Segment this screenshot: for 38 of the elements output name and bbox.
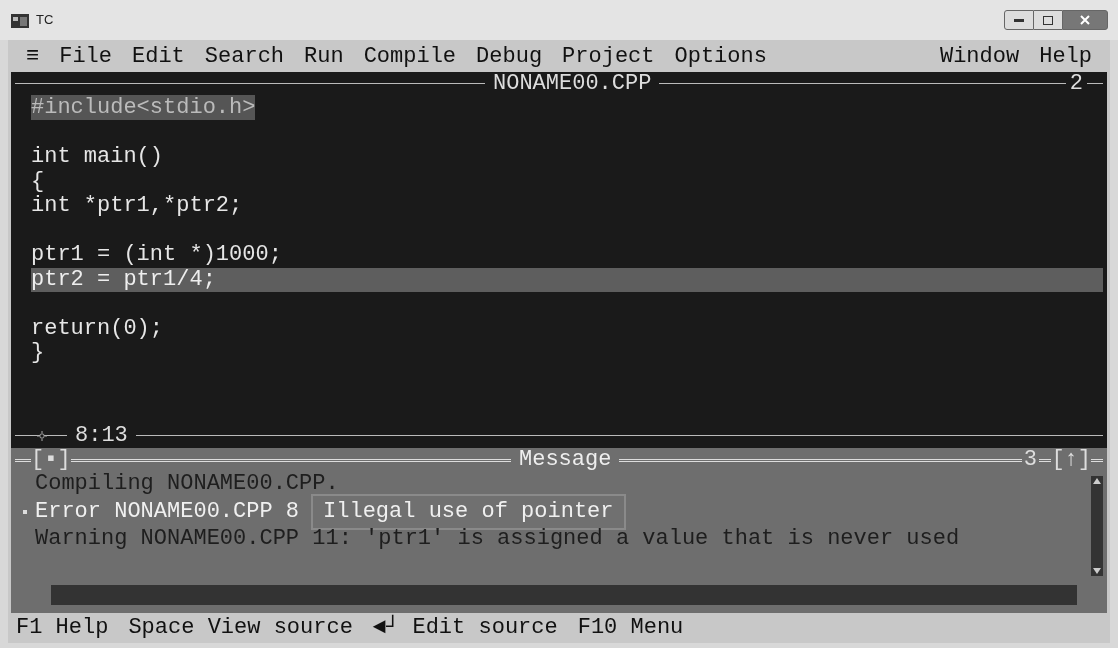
code-line: int main(): [31, 144, 164, 169]
menu-item[interactable]: Project: [552, 42, 665, 72]
minimize-icon: [1014, 18, 1024, 22]
menu-item[interactable]: Options: [664, 42, 777, 72]
down-arrow-icon: [1093, 568, 1101, 574]
code-line: {: [31, 168, 45, 194]
vertical-scrollbar[interactable]: [1091, 476, 1103, 576]
menu-item[interactable]: Window: [929, 42, 1030, 72]
up-arrow-icon: [1093, 478, 1101, 484]
code-line: }: [31, 340, 45, 365]
maximize-icon: [1043, 15, 1053, 25]
app-icon: [10, 11, 30, 29]
shortcut-hint: Space View source: [128, 616, 353, 640]
menu-item[interactable]: Run: [294, 42, 354, 72]
menu-item[interactable]: Search: [194, 42, 295, 72]
menu-item[interactable]: Debug: [466, 42, 553, 72]
shortcut-hint: F1 Help: [16, 616, 109, 640]
shortcut-hint: F10 Menu: [577, 616, 684, 640]
menu-item[interactable]: Edit: [122, 42, 195, 72]
maximize-button[interactable]: [1034, 10, 1062, 30]
zoom-box[interactable]: [↑]: [1051, 448, 1091, 472]
message-line[interactable]: Error NONAME00.CPP 8: [35, 499, 300, 524]
horizontal-scrollbar[interactable]: [51, 585, 1077, 605]
shortcut-hint: ◄┘ Edit source: [372, 616, 558, 640]
message-title: Message: [511, 448, 620, 472]
sun-icon: [37, 431, 47, 441]
code-line: int *ptr1,*ptr2;: [31, 193, 243, 218]
minimize-button[interactable]: [1004, 10, 1034, 30]
close-button[interactable]: [1062, 10, 1108, 30]
menu-item[interactable]: Compile: [353, 42, 467, 72]
menu-item[interactable]: Help: [1029, 42, 1102, 72]
menu-item[interactable]: File: [49, 42, 122, 72]
close-box[interactable]: [▪]: [31, 448, 71, 472]
window-title: TC: [36, 11, 54, 30]
menu-item[interactable]: ≡: [16, 42, 50, 72]
close-icon: [1080, 15, 1090, 25]
code-line: return(0);: [31, 315, 164, 341]
code-line: ptr1 = (int *)1000;: [31, 242, 282, 267]
